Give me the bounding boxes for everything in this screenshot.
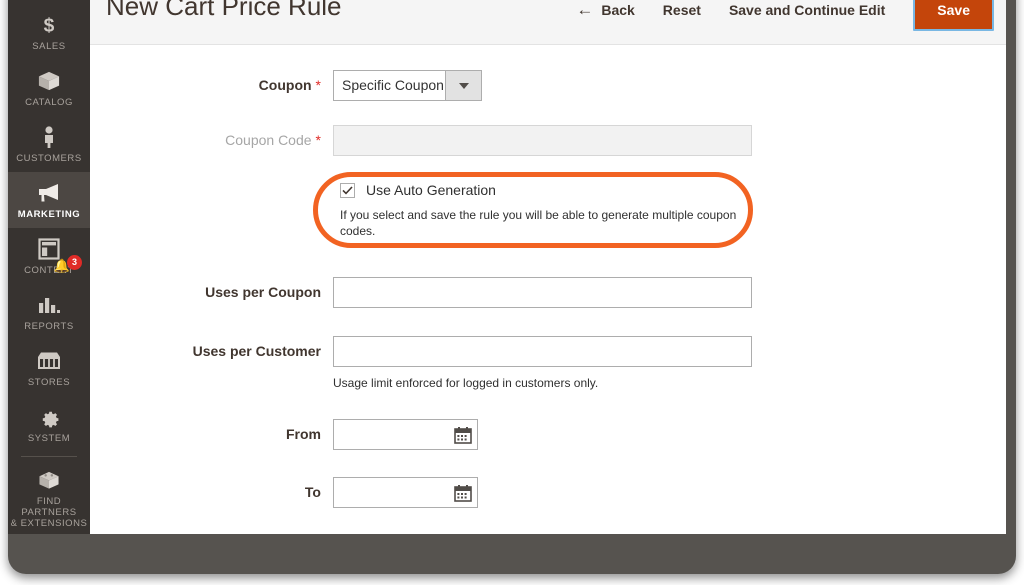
sidebar-item-system[interactable]: SYSTEM	[8, 396, 90, 452]
admin-sidebar: DASHBOARD $ SALES CATALOG	[8, 0, 90, 534]
uses-per-coupon-label: Uses per Coupon	[205, 284, 321, 300]
sidebar-item-label: MARKETING	[17, 209, 81, 220]
sidebar-item-label: STORES	[27, 377, 71, 388]
page-title: New Cart Price Rule	[106, 0, 342, 21]
from-label: From	[286, 426, 321, 442]
use-auto-generation-label: Use Auto Generation	[366, 182, 496, 198]
cart-price-rule-form: Coupon * Specific Coupon Coupon Code * U…	[90, 45, 1006, 534]
arrow-left-icon: ←	[576, 0, 594, 19]
sidebar-item-customers[interactable]: CUSTOMERS	[8, 116, 90, 172]
to-date-group	[333, 477, 478, 508]
sidebar-item-marketing[interactable]: MARKETING	[8, 172, 90, 228]
chevron-down-icon[interactable]	[446, 70, 482, 101]
sidebar-item-find-partners[interactable]: FIND PARTNERS & EXTENSIONS	[8, 459, 90, 534]
box-icon	[10, 68, 88, 94]
blocks-icon	[10, 467, 88, 493]
field-row-uses-per-customer: Uses per Customer Usage limit enforced f…	[90, 336, 752, 390]
use-auto-generation-help-text: If you select and save the rule you will…	[340, 208, 737, 238]
person-icon	[10, 124, 88, 150]
sidebar-item-label: CUSTOMERS	[16, 153, 82, 164]
to-label: To	[304, 484, 321, 500]
checkmark-icon	[342, 185, 353, 195]
coupon-label: Coupon *	[90, 70, 333, 100]
sidebar-item-label: REPORTS	[24, 321, 74, 332]
uses-per-coupon-input[interactable]	[333, 277, 752, 308]
field-row-from: From	[90, 419, 478, 450]
back-button-label: Back	[601, 1, 635, 18]
save-button[interactable]: Save	[913, 0, 994, 31]
uses-per-customer-note: Usage limit enforced for logged in custo…	[333, 376, 599, 390]
page-header: New Cart Price Rule ← Back Reset Save an…	[90, 0, 1006, 45]
header-actions: ← Back Reset Save and Continue Edit Save	[562, 0, 994, 45]
sidebar-divider	[21, 456, 77, 457]
sidebar-item-label: CATALOG	[25, 97, 73, 108]
field-row-uses-per-coupon: Uses per Coupon	[90, 277, 752, 308]
sidebar-item-sales[interactable]: $ SALES	[8, 4, 90, 60]
coupon-code-label-text: Coupon Code	[225, 132, 312, 148]
sidebar-item-label: SALES	[32, 41, 66, 52]
back-button[interactable]: ← Back	[562, 0, 648, 24]
storefront-icon	[10, 348, 88, 374]
sidebar-item-catalog[interactable]: CATALOG	[8, 60, 90, 116]
sidebar-item-label: FIND PARTNERS & EXTENSIONS	[10, 496, 88, 529]
coupon-select-value[interactable]: Specific Coupon	[333, 70, 446, 101]
coupon-select[interactable]: Specific Coupon	[333, 70, 482, 101]
use-auto-generation-row[interactable]: Use Auto Generation	[340, 182, 760, 198]
content-notification-badge[interactable]: 3	[67, 255, 82, 270]
save-and-continue-edit-label: Save and Continue Edit	[728, 1, 886, 18]
use-auto-generation-block: Use Auto Generation If you select and sa…	[340, 182, 760, 239]
required-marker: *	[315, 132, 321, 148]
use-auto-generation-checkbox[interactable]	[340, 182, 355, 198]
megaphone-icon	[10, 180, 88, 206]
calendar-icon[interactable]	[452, 424, 473, 445]
from-date-group	[333, 419, 478, 450]
calendar-icon[interactable]	[452, 482, 473, 503]
sidebar-item-reports[interactable]: REPORTS	[8, 284, 90, 340]
sidebar-item-content[interactable]: 🔔 3 CONTENT	[8, 228, 90, 284]
reset-button-label: Reset	[662, 1, 701, 18]
gear-icon	[10, 404, 88, 430]
sidebar-item-stores[interactable]: STORES	[8, 340, 90, 396]
device-bezel: DASHBOARD $ SALES CATALOG	[8, 0, 1016, 574]
coupon-code-label: Coupon Code *	[90, 125, 333, 155]
uses-per-customer-label: Uses per Customer	[192, 343, 321, 359]
required-marker: *	[315, 77, 321, 93]
browser-viewport: DASHBOARD $ SALES CATALOG	[8, 0, 1006, 534]
uses-per-customer-input[interactable]	[333, 336, 752, 367]
bar-chart-icon	[10, 292, 88, 318]
coupon-code-input[interactable]	[333, 125, 752, 156]
field-row-coupon-code: Coupon Code *	[90, 125, 752, 156]
svg-text:$: $	[44, 15, 55, 36]
dollar-icon: $	[10, 12, 88, 38]
reset-button[interactable]: Reset	[649, 0, 715, 24]
sidebar-item-label: SYSTEM	[27, 433, 71, 444]
field-row-to: To	[90, 477, 478, 508]
field-row-coupon: Coupon * Specific Coupon	[90, 70, 482, 101]
save-and-continue-edit-button[interactable]: Save and Continue Edit	[715, 0, 899, 24]
coupon-label-text: Coupon	[258, 77, 312, 93]
